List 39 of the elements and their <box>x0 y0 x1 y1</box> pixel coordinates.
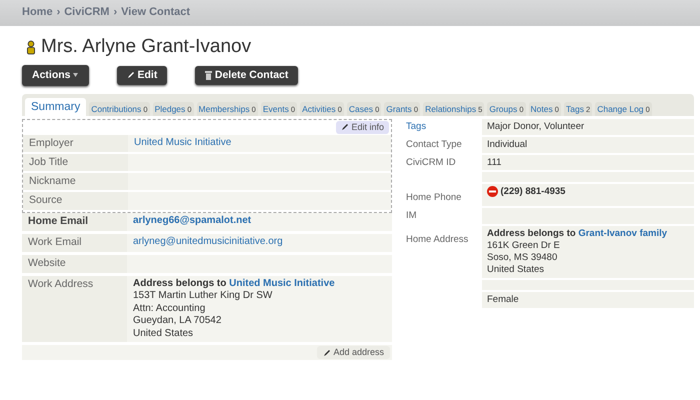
address-line: Soso, MS 39480 <box>487 252 558 264</box>
field-value: 111 <box>487 156 502 168</box>
owner-link[interactable]: United Music Initiative <box>229 278 335 289</box>
pencil-icon <box>323 348 332 357</box>
field-label: Source <box>23 192 128 210</box>
address-line: United States <box>487 264 546 276</box>
field-label: Website <box>22 254 127 273</box>
pencil-icon <box>127 71 136 80</box>
add-address-button[interactable]: Add address <box>317 346 390 360</box>
caret-icon <box>73 72 80 78</box>
phone-number: (229) 881-4935 <box>500 186 566 198</box>
contact-name: Mrs. Arlyne Grant-Ivanov <box>41 36 252 59</box>
menu-button[interactable]: Actions <box>22 64 90 86</box>
field-label: Work Email <box>22 234 127 252</box>
tab[interactable]: Summary <box>25 98 86 116</box>
edit-button[interactable]: Edit <box>117 66 168 85</box>
address-line: Gueydan, LA 70542 <box>133 315 222 328</box>
breadcrumb-separator: › <box>56 6 60 20</box>
address-owner: Address belongs to United Music Initiative <box>133 278 336 290</box>
field-value: Female <box>487 294 519 305</box>
person-icon <box>26 40 36 55</box>
edit-info-button[interactable]: Edit info <box>336 120 389 134</box>
owner-link[interactable]: Grant-Ivanov family <box>578 228 668 240</box>
field-label: Job Title <box>23 154 128 172</box>
address-line: 161K Green Dr E <box>487 240 561 252</box>
field-value: Individual <box>487 138 528 150</box>
breadcrumb-separator: › <box>113 6 118 20</box>
pencil-icon <box>340 123 349 132</box>
address-line: 153T Martin Luther King Dr SW <box>133 290 274 303</box>
field-label: Home Email <box>22 212 127 231</box>
field-label: Nickname <box>23 173 128 190</box>
address-line: Attn: Accounting <box>133 302 206 316</box>
field-label: Work Address <box>22 276 127 342</box>
delete-button[interactable]: Delete Contact <box>195 66 298 85</box>
address-owner: Address belongs to Grant-Ivanov family <box>487 228 668 240</box>
field-value: Major Donor, Volunteer <box>487 120 584 132</box>
field-label: Employer <box>23 135 128 152</box>
address-line: United States <box>133 328 194 340</box>
trash-icon <box>205 70 212 80</box>
